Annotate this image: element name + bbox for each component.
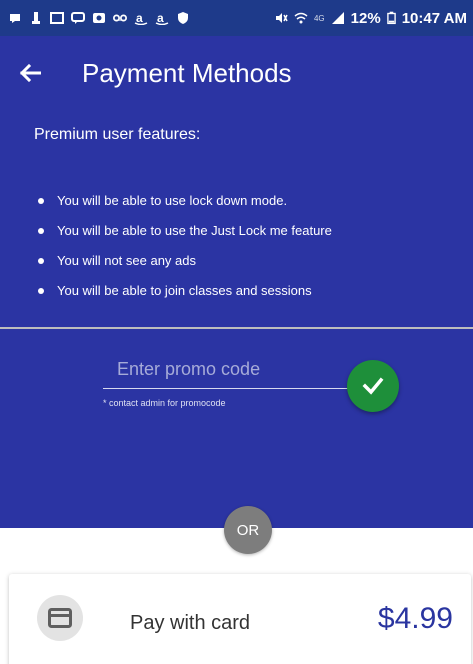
status-left-icons: a a [8,11,190,25]
feature-item: You will be able to use lock down mode. [36,194,332,224]
or-separator: OR [224,506,272,554]
feature-text: You will not see any ads [57,253,197,268]
battery-icon [386,11,396,25]
feature-item: You will be able to join classes and ses… [36,284,332,314]
app-bar: Payment Methods [0,36,473,110]
feature-text: You will be able to use lock down mode. [57,193,288,208]
mute-icon [275,13,288,23]
clock: 10:47 AM [401,9,467,27]
photo-icon [93,13,105,23]
feature-item: You will be able to use the Just Lock me… [36,224,332,254]
status-bar: a a 4G 12% 10:47 AM [0,0,473,36]
message-icon [71,12,85,24]
promo-hint: * contact admin for promocode [103,398,226,408]
usb-icon [32,12,40,24]
price-label: $4.99 [377,602,453,635]
bullet-icon [38,258,44,264]
page-title: Payment Methods [82,57,292,88]
pay-with-card-option[interactable]: Pay with card $4.99 [9,574,471,664]
svg-text:a: a [157,11,164,25]
section-divider [0,327,473,329]
amazon-icon: a [134,11,148,25]
arrow-left-icon [19,64,41,82]
payment-methods-screen: a a 4G 12% 10:47 AM Payment Methods Prem… [0,0,473,664]
checkmark-icon [362,377,384,395]
feature-item: You will not see any ads [36,254,332,284]
shield-icon [178,12,188,24]
feature-text: You will be able to join classes and ses… [57,283,312,298]
svg-text:a: a [136,11,143,25]
signal-icon [331,12,344,24]
card-icon-circle [37,595,83,641]
voicemail-icon [113,14,127,22]
promo-code-input[interactable] [103,357,349,389]
credit-card-icon [48,608,72,628]
battery-percent: 12% [350,9,381,27]
back-button[interactable] [0,36,60,110]
pay-with-card-label: Pay with card [130,612,251,634]
amazon-icon: a [155,11,169,25]
premium-panel: Premium user features: You will be able … [0,110,473,528]
bullet-icon [38,198,44,204]
network-type: 4G [313,13,325,23]
feature-text: You will be able to use the Just Lock me… [57,223,332,238]
features-list: You will be able to use lock down mode. … [36,194,332,314]
bullet-icon [38,288,44,294]
notification-icon [10,14,20,23]
apply-promo-button[interactable] [347,360,399,412]
status-right-icons: 4G 12% 10:47 AM [274,10,467,27]
wifi-icon [294,12,308,24]
features-title: Premium user features: [34,126,201,143]
gallery-icon [50,12,64,24]
bullet-icon [38,228,44,234]
